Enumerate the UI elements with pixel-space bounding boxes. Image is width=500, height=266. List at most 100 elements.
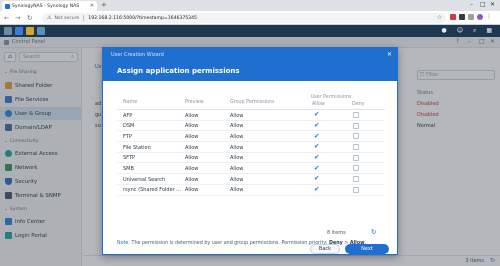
allow-checkbox[interactable]: ✔ bbox=[314, 175, 319, 182]
permission-name: AFP bbox=[123, 112, 133, 119]
permission-name: rsync (Shared Folder ... bbox=[123, 187, 181, 194]
table-row[interactable]: File Station Allow Allow ✔ bbox=[117, 142, 385, 153]
permission-name: SMB bbox=[123, 165, 134, 172]
app-icon[interactable] bbox=[26, 27, 34, 35]
preview-value: Allow bbox=[185, 165, 199, 172]
permission-name: SFTP bbox=[123, 155, 136, 162]
preview-value: Allow bbox=[185, 144, 199, 151]
table-body: AFP Allow Allow ✔ DSM Allow Allow ✔ FTP Allow Allo… bbox=[117, 110, 385, 196]
back-arrow-icon[interactable]: ← bbox=[4, 14, 9, 22]
address-bar[interactable]: ⚠ Not secure 192.168.2.116:5000/?timesta… bbox=[42, 13, 446, 23]
allow-checkbox[interactable]: ✔ bbox=[314, 132, 319, 140]
url-divider bbox=[83, 15, 85, 21]
preview-value: Allow bbox=[185, 123, 199, 130]
column-header-name[interactable]: Name bbox=[123, 100, 137, 105]
reload-icon[interactable]: ↻ bbox=[27, 14, 32, 22]
table-row[interactable]: AFP Allow Allow ✔ bbox=[117, 110, 385, 121]
puzzle-icon[interactable] bbox=[468, 14, 474, 20]
preview-value: Allow bbox=[185, 133, 199, 140]
close-icon[interactable]: ✕ bbox=[387, 51, 392, 58]
menu-kebab-icon[interactable]: ⋮ bbox=[486, 14, 492, 20]
deny-checkbox[interactable] bbox=[353, 176, 359, 183]
permission-name: FTP bbox=[123, 133, 132, 140]
column-header-user-permissions: User Permissions bbox=[310, 95, 352, 100]
permission-name: Universal Search bbox=[123, 176, 166, 183]
group-permission-value: Allow bbox=[230, 187, 244, 194]
allow-checkbox[interactable]: ✔ bbox=[314, 111, 319, 118]
table-row[interactable]: Universal Search Allow Allow ✔ bbox=[117, 174, 385, 185]
url-text: 192.168.2.116:5000/?timestamp=1646375345 bbox=[88, 15, 197, 21]
deny-checkbox[interactable] bbox=[353, 144, 359, 151]
minimize-icon[interactable]: – bbox=[470, 1, 473, 9]
permissions-table: Name Preview Group Permissions User Perm… bbox=[117, 92, 385, 196]
not-secure-label: Not secure bbox=[54, 15, 80, 21]
column-header-deny[interactable]: Deny bbox=[352, 102, 365, 107]
profile-avatar-icon[interactable] bbox=[477, 14, 483, 20]
search-icon[interactable]: ⌕ bbox=[473, 27, 476, 35]
forward-arrow-icon[interactable]: → bbox=[15, 14, 20, 22]
permission-name: DSM bbox=[123, 123, 135, 130]
bookmark-star-icon[interactable]: ☆ bbox=[437, 14, 442, 21]
deny-checkbox[interactable] bbox=[353, 133, 359, 140]
control-panel-icon[interactable] bbox=[37, 27, 45, 35]
next-button[interactable]: Next bbox=[345, 244, 389, 254]
browser-tab[interactable]: SynologyNAS - Synology NAS ✕ bbox=[2, 1, 97, 11]
synology-favicon-icon bbox=[5, 3, 10, 9]
group-permission-value: Allow bbox=[230, 176, 244, 183]
dsm-taskbar: ● ☺ ⌕ ▦ bbox=[0, 25, 500, 37]
extension-icon[interactable] bbox=[459, 14, 465, 20]
preview-value: Allow bbox=[185, 176, 199, 183]
user-creation-wizard: User Creation Wizard ✕ Assign applicatio… bbox=[102, 47, 398, 255]
note-text: The permission is determined by user and… bbox=[129, 241, 329, 246]
extension-icon[interactable] bbox=[450, 14, 456, 20]
wizard-window-name: User Creation Wizard bbox=[111, 52, 164, 58]
column-header-allow[interactable]: Allow bbox=[312, 102, 325, 107]
table-header: Name Preview Group Permissions User Perm… bbox=[117, 92, 385, 110]
back-button[interactable]: Back bbox=[310, 244, 340, 254]
deny-checkbox[interactable] bbox=[353, 165, 359, 172]
refresh-icon[interactable]: ↻ bbox=[371, 228, 376, 236]
tab-close-icon[interactable]: ✕ bbox=[90, 3, 94, 9]
column-header-preview[interactable]: Preview bbox=[185, 100, 204, 105]
warning-icon[interactable]: ⚠ bbox=[47, 15, 51, 21]
group-permission-value: Allow bbox=[230, 123, 244, 130]
allow-checkbox[interactable]: ✔ bbox=[314, 143, 319, 150]
table-row[interactable]: DSM Allow Allow ✔ bbox=[117, 121, 385, 132]
user-icon[interactable]: ☺ bbox=[457, 27, 463, 35]
deny-checkbox[interactable] bbox=[353, 186, 359, 193]
deny-checkbox[interactable] bbox=[353, 122, 359, 129]
wizard-header: User Creation Wizard ✕ Assign applicatio… bbox=[103, 48, 397, 81]
table-row[interactable]: FTP Allow Allow ✔ bbox=[117, 131, 385, 143]
column-header-group-permissions[interactable]: Group Permissions bbox=[230, 100, 275, 105]
preview-value: Allow bbox=[185, 155, 199, 162]
permission-name: File Station bbox=[123, 144, 151, 151]
browser-tab-title: SynologyNAS - Synology NAS bbox=[12, 3, 80, 9]
notification-icon[interactable]: ● bbox=[441, 27, 446, 35]
file-station-icon[interactable] bbox=[15, 27, 23, 35]
allow-checkbox[interactable]: ✔ bbox=[314, 154, 319, 161]
note-label: Note: bbox=[117, 241, 130, 246]
maximize-icon[interactable]: □ bbox=[480, 1, 486, 9]
deny-checkbox[interactable] bbox=[353, 154, 359, 161]
wizard-step-title: Assign application permissions bbox=[117, 67, 240, 75]
allow-checkbox[interactable]: ✔ bbox=[314, 164, 319, 172]
table-row[interactable]: SFTP Allow Allow ✔ bbox=[117, 153, 385, 164]
extension-icons: ⋮ bbox=[450, 14, 492, 20]
preview-value: Allow bbox=[185, 112, 199, 119]
table-row[interactable]: SMB Allow Allow ✔ bbox=[117, 163, 385, 175]
group-permission-value: Allow bbox=[230, 133, 244, 140]
items-count: 8 items bbox=[327, 230, 346, 236]
browser-toolbar: ← → ↻ ⚠ Not secure 192.168.2.116:5000/?t… bbox=[0, 11, 500, 25]
widgets-icon[interactable]: ▦ bbox=[486, 27, 492, 35]
preview-value: Allow bbox=[185, 187, 199, 194]
allow-checkbox[interactable]: ✔ bbox=[314, 186, 319, 193]
window-close-icon[interactable]: ✕ bbox=[490, 1, 495, 9]
group-permission-value: Allow bbox=[230, 144, 244, 151]
table-row[interactable]: rsync (Shared Folder ... Allow Allow ✔ bbox=[117, 185, 385, 196]
new-tab-icon[interactable]: + bbox=[101, 1, 107, 10]
deny-checkbox[interactable] bbox=[353, 112, 359, 118]
allow-checkbox[interactable]: ✔ bbox=[314, 121, 319, 129]
group-permission-value: Allow bbox=[230, 112, 244, 119]
group-permission-value: Allow bbox=[230, 165, 244, 172]
main-menu-icon[interactable] bbox=[4, 27, 12, 35]
